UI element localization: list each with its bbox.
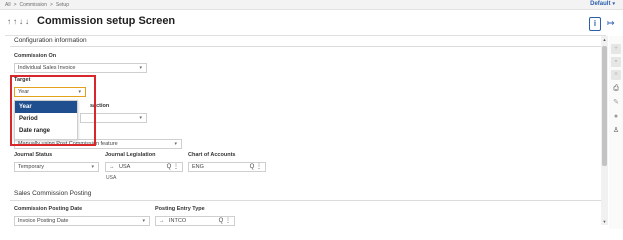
section-divider	[10, 46, 606, 47]
journal-status-select[interactable]: Temporary ▾	[14, 162, 99, 172]
commission-posting-date-select[interactable]: Invoice Posting Date ▾	[14, 216, 150, 226]
lookup-actions-icon[interactable]: Q ⋮	[219, 217, 231, 225]
top-bar: All > Commission > Setup Default ▾	[0, 0, 623, 10]
arrow-right-icon: →	[159, 218, 165, 224]
commission-on-select[interactable]: Individual Sales Invoice ▾	[14, 63, 147, 73]
arrow-right-icon: →	[109, 164, 115, 170]
target-select[interactable]: Year ▾	[14, 87, 86, 97]
right-action-rail: + ▪ × ⎙ ✎ ● ♙	[609, 36, 623, 229]
target-dropdown-menu: Year Period Date range	[14, 100, 78, 140]
journal-status-label: Journal Status	[14, 152, 53, 158]
form-content: Configuration information Commission On …	[5, 35, 606, 229]
breadcrumb-item-all[interactable]: All	[5, 2, 11, 8]
target-option-year[interactable]: Year	[15, 101, 77, 113]
posting-section-title: Sales Commission Posting	[14, 190, 92, 197]
chevron-down-icon: ▾	[139, 65, 142, 71]
commission-method-value: Manually using Post Commission feature	[18, 141, 118, 147]
section-divider	[10, 200, 606, 201]
commission-posting-date-value: Invoice Posting Date	[18, 218, 69, 224]
next-record-icon[interactable]: ↓	[19, 17, 24, 26]
page-title: Commission setup Screen	[37, 15, 176, 27]
lookup-actions-icon[interactable]: Q ⋮	[250, 163, 262, 171]
last-record-icon[interactable]: ↓	[25, 17, 30, 26]
commission-on-label: Commission On	[14, 53, 57, 59]
delete-icon[interactable]: ×	[611, 70, 621, 80]
target-option-period[interactable]: Period	[15, 113, 77, 125]
target-label: Target	[14, 77, 31, 83]
chevron-down-icon: ▾	[78, 89, 81, 95]
scroll-down-icon[interactable]: ▼	[601, 219, 608, 224]
attachment-icon[interactable]: ✎	[611, 98, 621, 108]
save-icon[interactable]: ▪	[611, 57, 621, 67]
posting-entry-type-field[interactable]: → INTCO Q ⋮	[155, 216, 235, 226]
vertical-scrollbar[interactable]: ▲ ▼	[601, 36, 608, 225]
info-button[interactable]: i	[589, 17, 601, 31]
chevron-down-icon: ▾	[612, 1, 615, 7]
posting-entry-type-value: INTCO	[169, 218, 187, 224]
exit-icon[interactable]: ↦	[607, 18, 615, 29]
chevron-down-icon: ▾	[91, 164, 94, 170]
chevron-down-icon: ▾	[139, 115, 142, 121]
journal-legislation-description: USA	[106, 175, 117, 181]
posting-method-label-partial: saction	[90, 103, 110, 109]
commission-posting-date-label: Commission Posting Date	[14, 206, 83, 212]
first-record-icon[interactable]: ↑	[7, 17, 12, 26]
commission-on-value: Individual Sales Invoice	[18, 65, 76, 71]
breadcrumb-item-setup[interactable]: Setup	[56, 2, 69, 8]
title-bar: ↑↑↓↓ Commission setup Screen i ↦	[0, 11, 623, 35]
target-option-date-range[interactable]: Date range	[15, 125, 77, 137]
scroll-up-icon[interactable]: ▲	[601, 37, 608, 42]
posting-entry-type-label: Posting Entry Type	[155, 206, 205, 212]
user-icon[interactable]: ♙	[611, 126, 621, 136]
print-icon[interactable]: ⎙	[611, 84, 621, 94]
previous-record-icon[interactable]: ↑	[13, 17, 18, 26]
commission-method-select[interactable]: Manually using Post Commission feature ▾	[14, 139, 182, 149]
chart-of-accounts-field[interactable]: ENG Q ⋮	[188, 162, 266, 172]
chart-of-accounts-value: ENG	[192, 164, 204, 170]
target-value: Year	[18, 89, 30, 95]
journal-legislation-label: Journal Legislation	[105, 152, 156, 158]
chevron-down-icon: ▾	[174, 141, 177, 147]
posting-method-select-partial[interactable]: ▾	[80, 113, 147, 123]
lookup-actions-icon[interactable]: Q ⋮	[167, 163, 179, 171]
chevron-down-icon: ▾	[142, 218, 145, 224]
breadcrumb: All > Commission > Setup	[5, 2, 69, 8]
scrollbar-thumb[interactable]	[602, 46, 607, 166]
journal-legislation-value: USA	[119, 164, 131, 170]
default-menu-label: Default	[590, 1, 611, 7]
comment-icon[interactable]: ●	[611, 112, 621, 122]
breadcrumb-item-commission[interactable]: Commission	[19, 2, 47, 8]
configuration-section-title: Configuration information	[14, 37, 87, 44]
record-navigation: ↑↑↓↓	[7, 17, 31, 26]
chart-of-accounts-label: Chart of Accounts	[188, 152, 236, 158]
create-icon[interactable]: +	[611, 44, 621, 54]
journal-status-value: Temporary	[18, 164, 44, 170]
journal-legislation-field[interactable]: → USA Q ⋮	[105, 162, 183, 172]
default-menu[interactable]: Default ▾	[590, 1, 615, 7]
